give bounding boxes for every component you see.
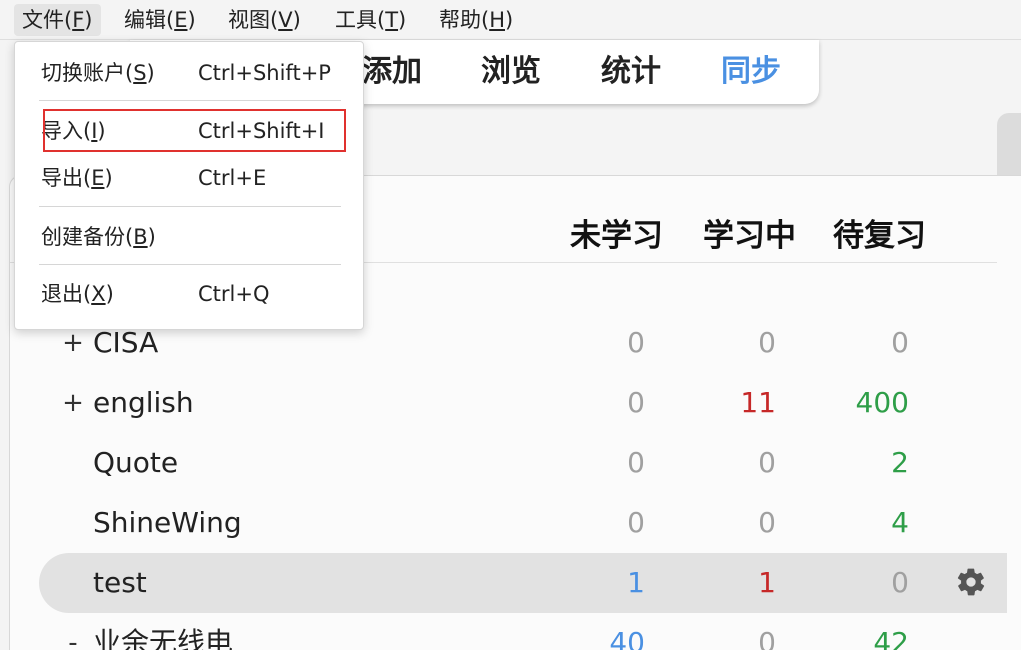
import-highlight-box [43, 109, 346, 152]
menu-item-accel: X [91, 282, 106, 306]
deck-name[interactable]: english [93, 385, 194, 421]
column-header-learning: 学习中 [703, 218, 796, 254]
menu-help-tail: ) [505, 8, 514, 32]
menu-help[interactable]: 帮助(H) [431, 4, 521, 36]
browse-button[interactable]: 浏览 [481, 48, 541, 96]
menu-view-tail: ) [292, 8, 301, 32]
menu-tools-tail: ) [398, 8, 407, 32]
deck-count-new: 1 [627, 566, 645, 599]
deck-count-new: 0 [627, 506, 645, 539]
menu-help-accel: H [489, 8, 505, 32]
file-menu-dropdown: 切换账户(S) Ctrl+Shift+P 导入(I) Ctrl+Shift+I … [14, 41, 364, 330]
deck-count-due: 0 [891, 566, 909, 599]
deck-count-learn: 1 [758, 566, 776, 599]
deck-name[interactable]: ShineWing [93, 505, 242, 541]
deck-name[interactable]: 业余无线电 [93, 625, 233, 650]
menu-item-export[interactable]: 导出(E) Ctrl+E [41, 155, 351, 201]
stats-button[interactable]: 统计 [601, 48, 661, 96]
menu-view[interactable]: 视图(V) [220, 4, 309, 36]
menu-separator [39, 100, 341, 101]
menu-separator [39, 206, 341, 207]
deck-count-due: 400 [855, 386, 909, 419]
shortcut-label: Ctrl+Shift+P [198, 61, 331, 85]
menubar: 文件(F) 编辑(E) 视图(V) 工具(T) 帮助(H) [0, 0, 1021, 40]
deck-count-new: 0 [627, 386, 645, 419]
deck-expander[interactable]: - [61, 625, 85, 650]
deck-count-learn: 0 [758, 506, 776, 539]
menu-item-label: 导出( [41, 166, 92, 190]
column-header-due: 待复习 [833, 218, 926, 254]
menu-edit[interactable]: 编辑(E) [116, 4, 204, 36]
deck-row[interactable]: - 业余无线电 40 0 42 [39, 613, 997, 650]
deck-count-due: 2 [891, 446, 909, 479]
menu-separator [39, 264, 341, 265]
menu-file-tail: ) [84, 8, 93, 32]
menu-item-tail: ) [105, 282, 114, 306]
deck-name[interactable]: Quote [93, 445, 178, 481]
deck-count-due: 42 [873, 626, 909, 650]
menu-item-label: 退出( [41, 282, 92, 306]
deck-row[interactable]: test 1 1 0 [39, 553, 1007, 613]
deck-row[interactable]: + english 0 11 400 [39, 373, 997, 433]
deck-count-new: 40 [609, 626, 645, 650]
menu-file-accel: F [72, 8, 85, 32]
deck-count-learn: 11 [740, 386, 776, 419]
deck-count-new: 0 [627, 326, 645, 359]
gear-icon[interactable] [955, 566, 987, 598]
sync-button[interactable]: 同步 [721, 48, 781, 96]
menu-item-tail: ) [104, 166, 113, 190]
add-button[interactable]: 添加 [362, 48, 422, 96]
menu-tools[interactable]: 工具(T) [327, 4, 414, 36]
menu-tools-label: 工具( [335, 8, 386, 32]
menu-item-label: 创建备份( [41, 225, 134, 249]
shortcut-label: Ctrl+E [198, 166, 267, 190]
deck-count-learn: 0 [758, 326, 776, 359]
menu-item-accel: B [133, 225, 148, 249]
menu-item-label: 切换账户( [41, 61, 134, 85]
deck-count-due: 0 [891, 326, 909, 359]
menu-help-label: 帮助( [439, 8, 490, 32]
deck-count-due: 4 [891, 506, 909, 539]
deck-expander[interactable]: + [61, 385, 85, 421]
shortcut-label: Ctrl+Q [198, 282, 270, 306]
deck-count-learn: 0 [758, 626, 776, 650]
menu-tools-accel: T [385, 8, 399, 32]
deck-count-new: 0 [627, 446, 645, 479]
deck-count-learn: 0 [758, 446, 776, 479]
menu-item-tail: ) [147, 225, 156, 249]
menu-item-create-backup[interactable]: 创建备份(B) [41, 214, 351, 260]
column-header-new: 未学习 [570, 218, 663, 254]
menu-edit-accel: E [174, 8, 188, 32]
menu-item-switch-profile[interactable]: 切换账户(S) Ctrl+Shift+P [41, 50, 351, 96]
menu-item-tail: ) [146, 61, 155, 85]
menu-file[interactable]: 文件(F) [14, 4, 101, 36]
deck-expander[interactable]: + [61, 325, 85, 361]
deck-row[interactable]: Quote 0 0 2 [39, 433, 997, 493]
menu-view-label: 视图( [228, 8, 279, 32]
menu-edit-tail: ) [187, 8, 196, 32]
menu-file-label: 文件( [22, 8, 73, 32]
deck-row[interactable]: ShineWing 0 0 4 [39, 493, 997, 553]
menu-view-accel: V [278, 8, 293, 32]
menu-item-accel: E [91, 166, 105, 190]
menu-item-accel: S [133, 61, 147, 85]
deck-name[interactable]: CISA [93, 325, 158, 361]
deck-name[interactable]: test [93, 565, 147, 601]
menu-edit-label: 编辑( [124, 8, 175, 32]
menu-item-exit[interactable]: 退出(X) Ctrl+Q [41, 271, 351, 317]
